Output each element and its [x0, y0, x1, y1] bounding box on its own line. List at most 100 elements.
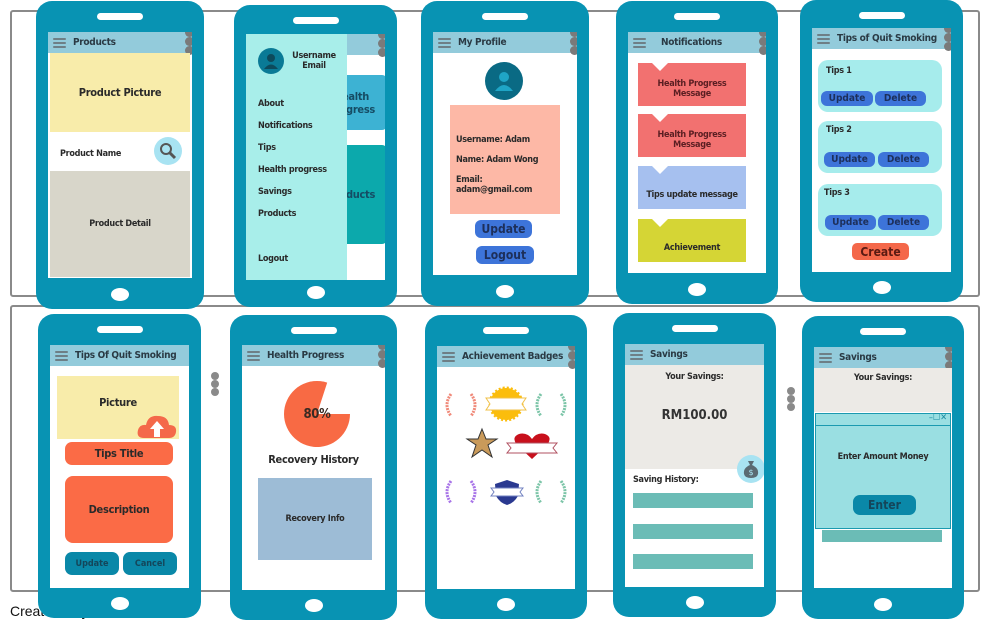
avatar[interactable]	[258, 48, 284, 74]
hamburger-menu-icon[interactable]	[247, 350, 260, 361]
more-options-icon[interactable]	[568, 346, 575, 369]
laurel-green-badge[interactable]	[533, 391, 569, 419]
recovery-info-panel[interactable]: Recovery Info	[258, 478, 372, 560]
home-button[interactable]	[688, 283, 706, 296]
laurel-purple-badge[interactable]	[443, 478, 479, 506]
laurel-teal-badge[interactable]	[533, 478, 569, 506]
history-row[interactable]	[633, 493, 753, 508]
saving-history-label: Saving History:	[633, 475, 699, 485]
search-button[interactable]	[154, 137, 182, 165]
svg-text:$: $	[748, 468, 753, 477]
screen-tips-list: Tips of Quit Smoking Tips 1 Update Delet…	[812, 28, 951, 272]
tip-delete-button[interactable]: Delete	[878, 152, 929, 167]
more-options-icon[interactable]	[570, 32, 577, 55]
add-savings-button[interactable]: $	[737, 455, 764, 483]
more-options-icon[interactable]	[378, 345, 385, 368]
tip-delete-button[interactable]: Delete	[878, 215, 929, 230]
hamburger-menu-icon[interactable]	[438, 37, 451, 48]
notification-item[interactable]: Tips update message	[638, 166, 746, 209]
topbar: Products	[48, 32, 192, 55]
more-options-icon[interactable]	[211, 372, 219, 396]
create-button[interactable]: Create	[852, 243, 909, 260]
phone-achievement-badges: Achievement Badges	[425, 315, 587, 619]
screen-tips-edit: Tips Of Quit Smoking Picture Tips Title …	[50, 345, 189, 588]
home-button[interactable]	[306, 286, 325, 299]
speaker	[96, 326, 143, 333]
more-options-icon[interactable]	[944, 28, 951, 51]
screen-notifications: Notifications Health Progress Message He…	[628, 32, 766, 273]
tip-card[interactable]: Tips 1 Update Delete	[818, 60, 942, 112]
user-icon	[495, 72, 513, 91]
home-button[interactable]	[304, 599, 323, 612]
more-options-icon[interactable]	[378, 34, 385, 57]
hamburger-menu-icon[interactable]	[817, 33, 830, 44]
speaker	[674, 13, 720, 20]
hamburger-menu-icon[interactable]	[442, 351, 455, 362]
enter-button[interactable]: Enter	[853, 495, 916, 515]
topbar: Notifications	[628, 32, 766, 55]
drawer-username: Username	[292, 51, 336, 61]
drawer-item-products[interactable]: Products	[258, 209, 296, 219]
tip-label: Tips 1	[826, 66, 852, 76]
home-button[interactable]	[685, 596, 704, 609]
drawer-logout[interactable]: Logout	[258, 254, 288, 264]
sheriff-star-badge[interactable]	[465, 427, 499, 463]
home-button[interactable]	[110, 597, 129, 610]
phone-drawer: Health Progress Products Username Email …	[234, 5, 397, 307]
home-button[interactable]	[496, 285, 514, 298]
notification-item[interactable]: Health Progress Message	[638, 63, 746, 106]
speaker	[292, 17, 339, 24]
drawer-item-about[interactable]: About	[258, 99, 284, 109]
tip-card[interactable]: Tips 2 Update Delete	[818, 121, 942, 173]
hamburger-menu-icon[interactable]	[53, 37, 66, 48]
screen-title: Savings	[650, 349, 688, 360]
tip-update-button[interactable]: Update	[821, 91, 873, 106]
tip-card[interactable]: Tips 3 Update Delete	[818, 184, 942, 236]
home-button[interactable]	[497, 598, 515, 611]
home-button[interactable]	[111, 288, 129, 301]
product-picture[interactable]: Product Picture	[50, 53, 190, 132]
home-button[interactable]	[872, 281, 891, 294]
topbar: Savings	[814, 347, 952, 370]
shield-ribbon-badge[interactable]	[490, 478, 524, 506]
phone-tips-edit: Tips Of Quit Smoking Picture Tips Title …	[38, 314, 201, 618]
hamburger-menu-icon[interactable]	[630, 349, 643, 360]
home-button[interactable]	[874, 598, 892, 611]
laurel-red-badge[interactable]	[443, 391, 479, 419]
cancel-button[interactable]: Cancel	[123, 552, 177, 575]
history-row[interactable]	[633, 554, 753, 569]
more-options-icon[interactable]	[185, 32, 192, 55]
drawer-item-notifications[interactable]: Notifications	[258, 121, 313, 131]
profile-name: Name: Adam Wong	[456, 155, 539, 165]
your-savings-label: Your Savings:	[853, 373, 913, 383]
topbar: Tips of Quit Smoking	[812, 28, 951, 51]
tip-delete-button[interactable]: Delete	[875, 91, 926, 106]
logout-button[interactable]: Logout	[476, 246, 534, 264]
update-button[interactable]: Update	[65, 552, 119, 575]
notification-item[interactable]: Achievement	[638, 219, 746, 262]
drawer-item-savings[interactable]: Savings	[258, 187, 292, 197]
update-button[interactable]: Update	[475, 220, 532, 238]
heart-ribbon-badge[interactable]	[505, 431, 559, 461]
hamburger-menu-icon[interactable]	[55, 350, 68, 361]
drawer-item-health-progress[interactable]: Health progress	[258, 165, 327, 175]
history-row[interactable]	[633, 524, 753, 539]
tips-title-field[interactable]: Tips Title	[65, 442, 173, 465]
drawer-item-tips[interactable]: Tips	[258, 143, 276, 153]
money-bag-icon: $	[743, 461, 759, 478]
description-field[interactable]: Description	[65, 476, 173, 543]
hamburger-menu-icon[interactable]	[633, 37, 646, 48]
window-controls[interactable]: –☐✕	[929, 413, 947, 423]
tip-update-button[interactable]: Update	[825, 215, 876, 230]
upload-button[interactable]	[136, 412, 178, 440]
profile-email: Email: adam@gmail.com	[456, 175, 533, 195]
more-options-icon[interactable]	[945, 347, 952, 370]
tip-update-button[interactable]: Update	[824, 152, 875, 167]
more-options-icon[interactable]	[759, 32, 766, 55]
drawer-email: Email	[302, 61, 326, 71]
hamburger-menu-icon[interactable]	[819, 352, 832, 363]
profile-avatar[interactable]	[485, 62, 523, 100]
gold-seal-ribbon-badge[interactable]	[482, 386, 530, 422]
notification-item[interactable]: Health Progress Message	[638, 114, 746, 157]
more-options-icon[interactable]	[787, 387, 795, 411]
